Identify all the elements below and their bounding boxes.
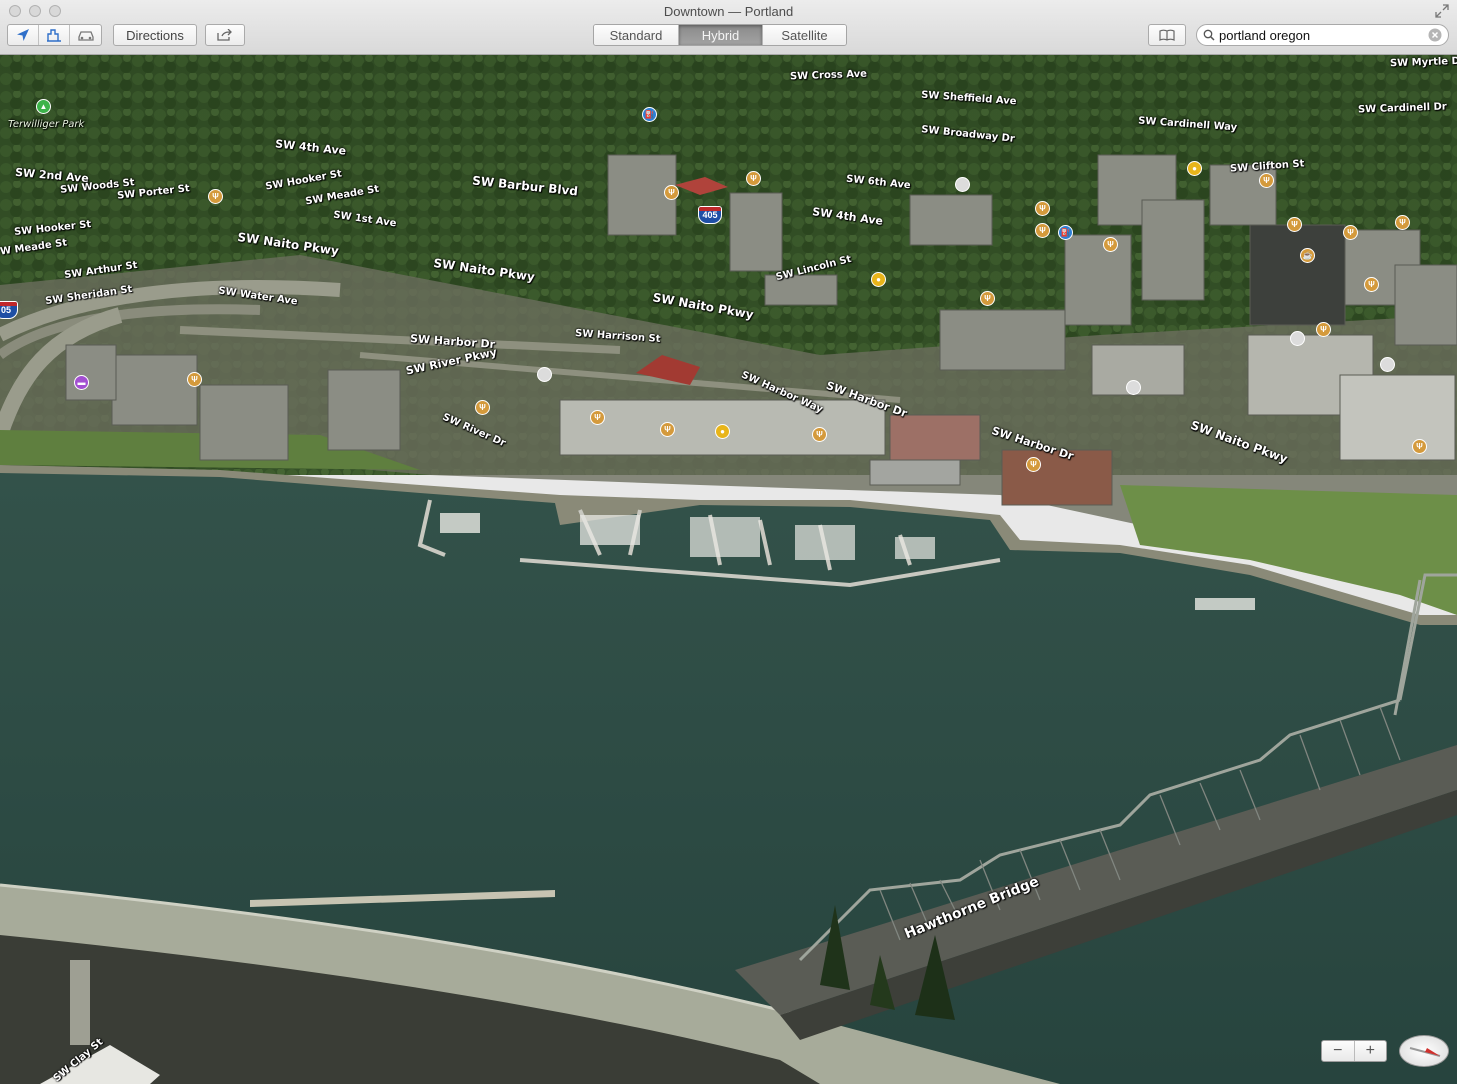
zoom-control: − + xyxy=(1321,1040,1387,1062)
bookmarks-button[interactable] xyxy=(1148,24,1186,46)
map-view[interactable]: Terwilliger Park SW 4th Ave SW 2nd Ave S… xyxy=(0,55,1457,1084)
map-type-hybrid[interactable]: Hybrid xyxy=(679,25,763,45)
clear-search-icon[interactable] xyxy=(1428,28,1442,42)
directions-button[interactable]: Directions xyxy=(113,24,197,46)
search-input[interactable] xyxy=(1219,27,1428,43)
restaurant-icon[interactable]: Ψ xyxy=(1395,215,1410,230)
compass-needle-icon xyxy=(1409,1047,1441,1057)
museum-icon[interactable] xyxy=(1126,380,1141,395)
restaurant-icon[interactable]: Ψ xyxy=(1364,277,1379,292)
restaurant-icon[interactable]: Ψ xyxy=(1035,223,1050,238)
restaurant-icon[interactable]: Ψ xyxy=(475,400,490,415)
share-icon xyxy=(217,29,232,41)
3d-buildings-icon xyxy=(47,29,61,42)
share-button[interactable] xyxy=(205,24,245,46)
shopping-icon[interactable]: ● xyxy=(871,272,886,287)
restaurant-icon[interactable]: Ψ xyxy=(1412,439,1427,454)
restaurant-icon[interactable]: Ψ xyxy=(1103,237,1118,252)
window-title: Downtown — Portland xyxy=(663,4,794,19)
restaurant-icon[interactable]: Ψ xyxy=(664,185,679,200)
park-label[interactable]: Terwilliger Park xyxy=(8,119,84,130)
traffic-button[interactable] xyxy=(70,25,101,45)
restaurant-icon[interactable]: Ψ xyxy=(1259,173,1274,188)
satellite-imagery xyxy=(0,55,1457,1084)
book-icon xyxy=(1159,29,1175,41)
park-poi-icon[interactable]: ▲ xyxy=(36,99,51,114)
restaurant-icon[interactable]: Ψ xyxy=(660,422,675,437)
map-type-satellite[interactable]: Satellite xyxy=(763,25,846,45)
restaurant-icon[interactable]: Ψ xyxy=(812,427,827,442)
restaurant-icon[interactable]: Ψ xyxy=(1026,457,1041,472)
restaurant-icon[interactable]: Ψ xyxy=(590,410,605,425)
gas-station-icon[interactable]: ⛽ xyxy=(642,107,657,122)
map-type-selector: Standard Hybrid Satellite xyxy=(593,24,847,46)
interstate-5-shield[interactable]: 05 xyxy=(0,301,18,319)
view-controls xyxy=(7,24,102,46)
car-icon xyxy=(77,31,94,41)
restaurant-icon[interactable]: Ψ xyxy=(208,189,223,204)
restaurant-icon[interactable]: Ψ xyxy=(1287,217,1302,232)
landmark-icon[interactable] xyxy=(955,177,970,192)
landmark-icon[interactable] xyxy=(537,367,552,382)
cafe-icon[interactable]: ☕ xyxy=(1300,248,1315,263)
window-titlebar: Downtown — Portland Directions Standard … xyxy=(0,0,1457,55)
landmark-icon[interactable] xyxy=(1380,357,1395,372)
restaurant-icon[interactable]: Ψ xyxy=(1316,322,1331,337)
restaurant-icon[interactable]: Ψ xyxy=(1343,225,1358,240)
restaurant-icon[interactable]: Ψ xyxy=(1035,201,1050,216)
search-field[interactable] xyxy=(1196,24,1449,46)
map-type-standard[interactable]: Standard xyxy=(594,25,679,45)
restaurant-icon[interactable]: Ψ xyxy=(746,171,761,186)
interstate-405-shield[interactable]: 405 xyxy=(698,206,722,224)
location-arrow-icon xyxy=(17,29,29,41)
shopping-icon[interactable]: ● xyxy=(1187,161,1202,176)
gas-station-icon[interactable]: ⛽ xyxy=(1058,225,1073,240)
fullscreen-icon[interactable] xyxy=(1435,4,1449,18)
search-icon xyxy=(1203,29,1215,41)
hotel-icon[interactable]: ▬ xyxy=(74,375,89,390)
current-location-button[interactable] xyxy=(8,25,39,45)
zoom-in-button[interactable]: + xyxy=(1355,1041,1387,1061)
restaurant-icon[interactable]: Ψ xyxy=(187,372,202,387)
3d-view-button[interactable] xyxy=(39,25,70,45)
zoom-out-button[interactable]: − xyxy=(1322,1041,1355,1061)
street-label[interactable]: SW Myrtle Dr xyxy=(1390,56,1457,70)
landmark-icon[interactable] xyxy=(1290,331,1305,346)
restaurant-icon[interactable]: Ψ xyxy=(980,291,995,306)
compass-button[interactable] xyxy=(1399,1035,1449,1067)
shopping-icon[interactable]: ● xyxy=(715,424,730,439)
